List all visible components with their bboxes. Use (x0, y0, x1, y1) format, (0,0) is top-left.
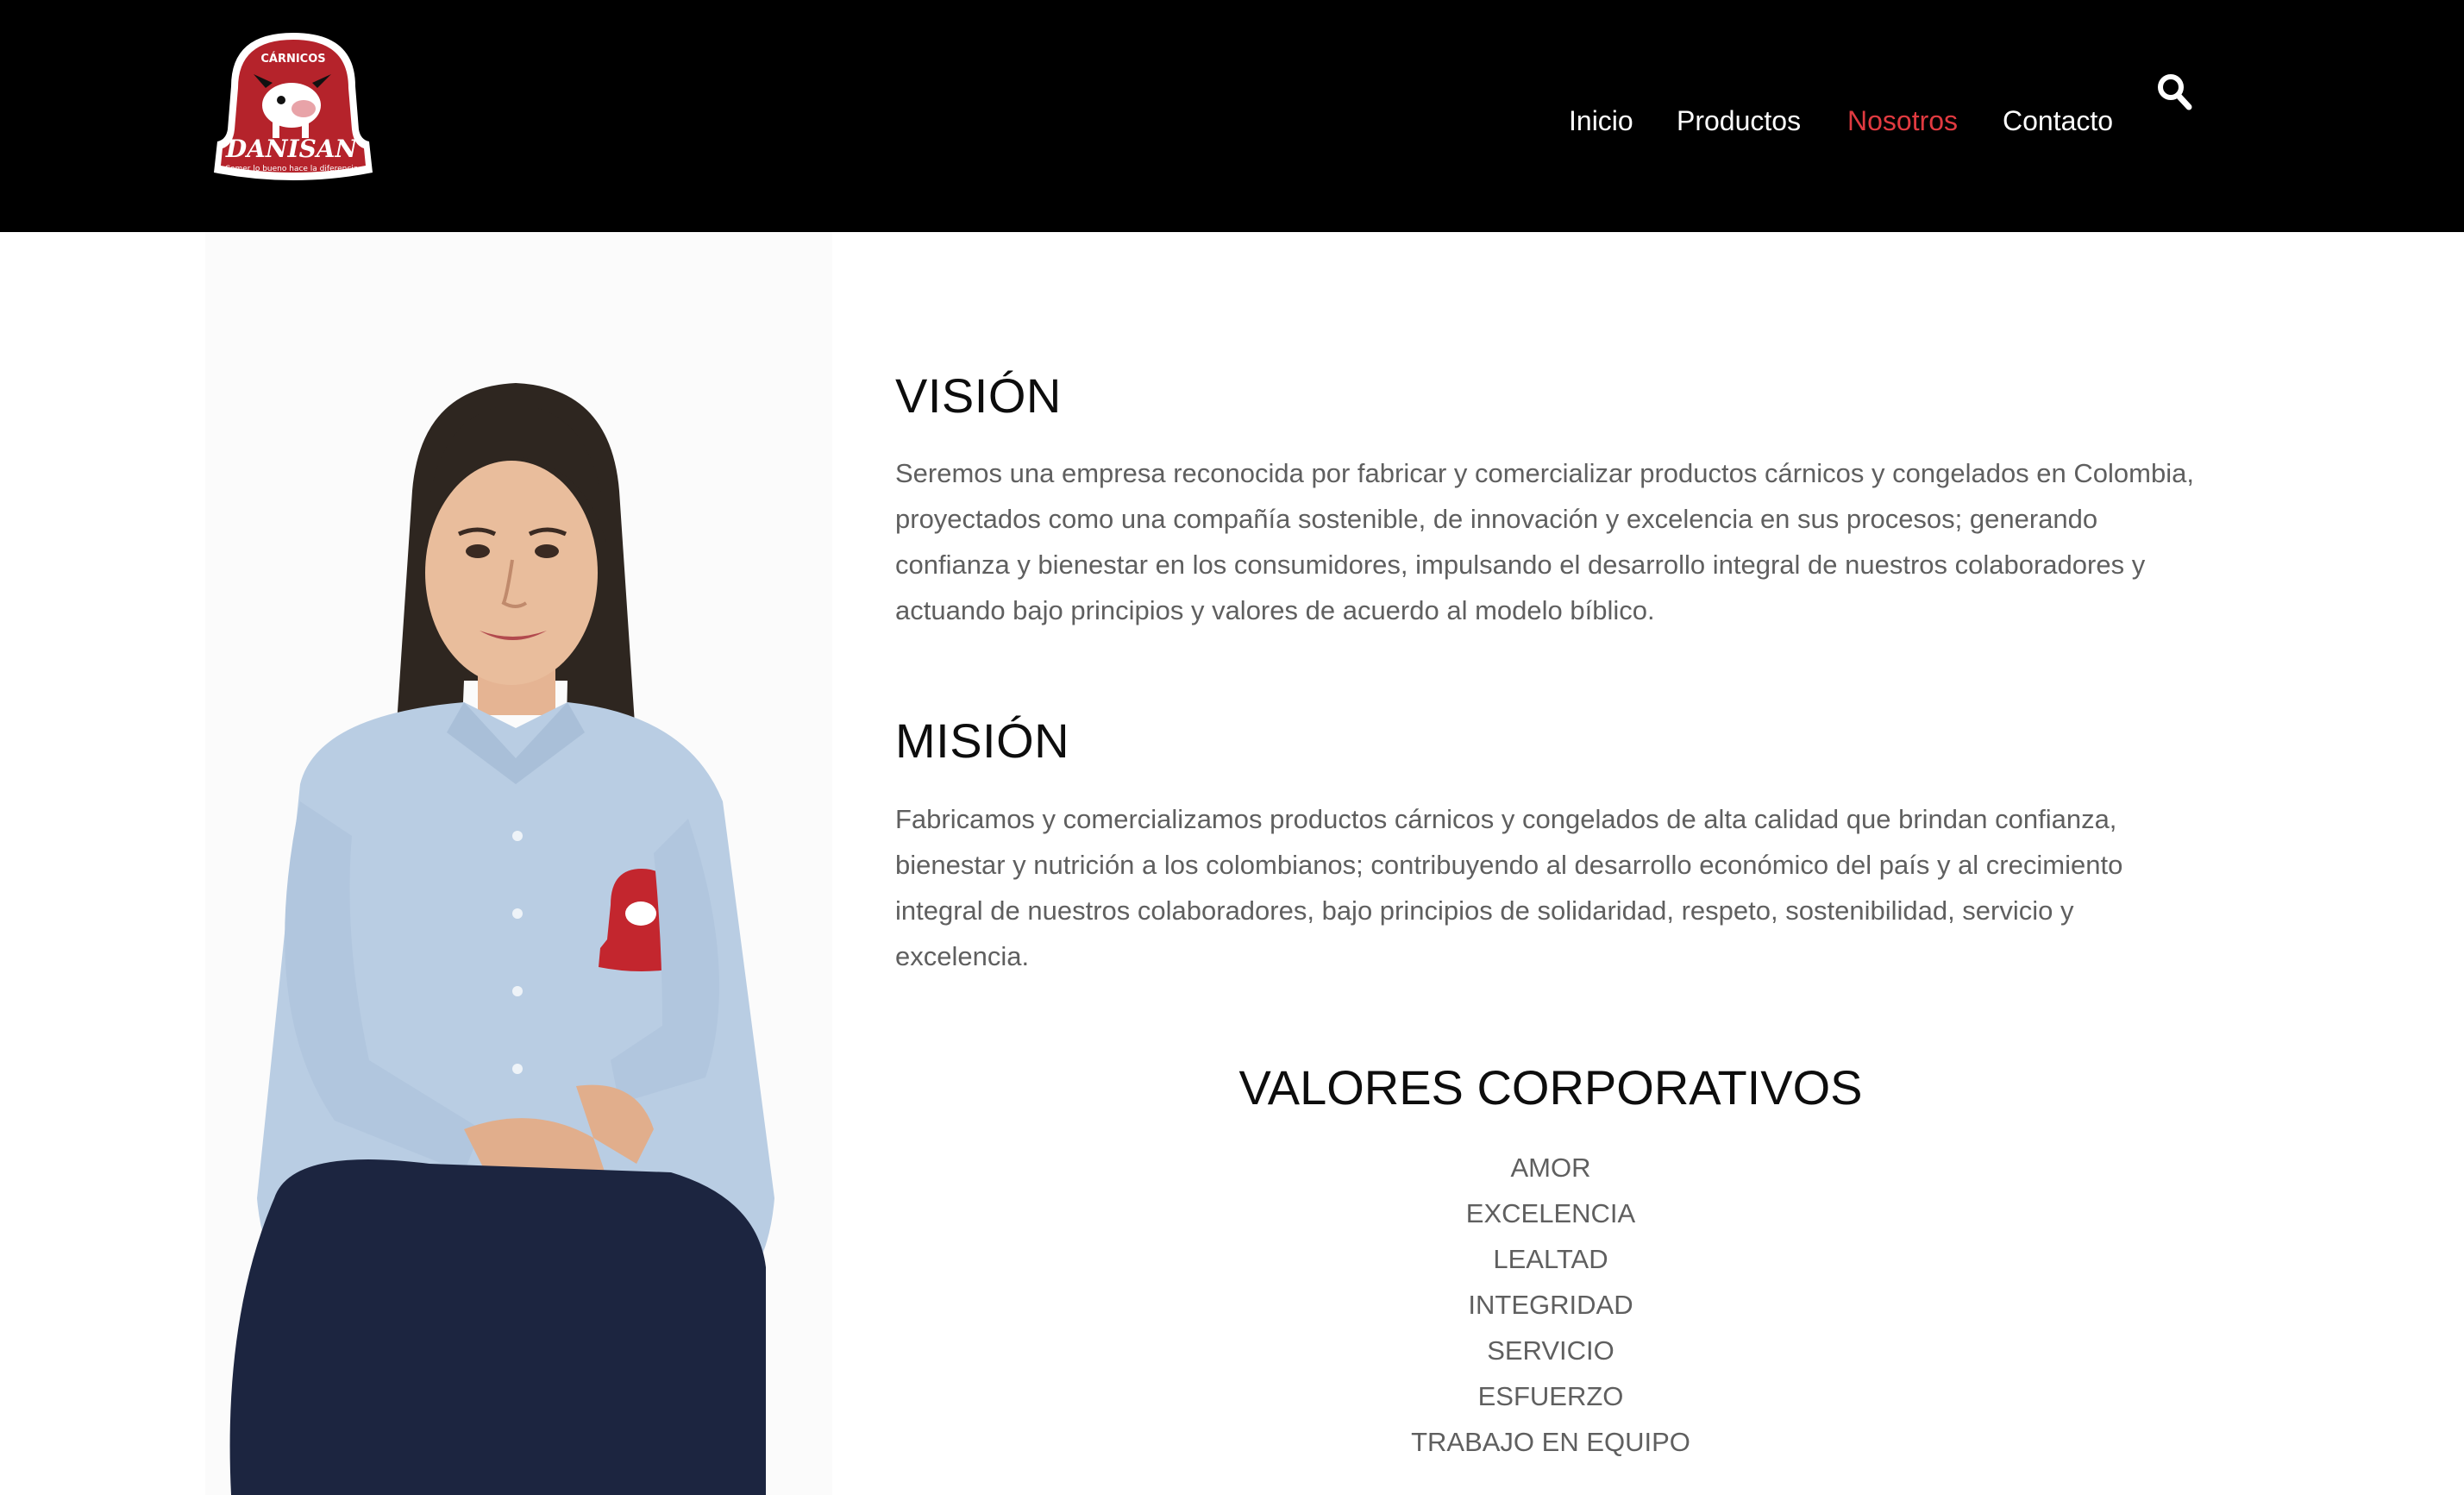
valor-item: ESFUERZO (1477, 1381, 1624, 1411)
valor-item: EXCELENCIA (1465, 1198, 1636, 1228)
vision-title: VISIÓN (895, 368, 1062, 423)
search-icon[interactable] (2156, 72, 2192, 110)
mision-title: MISIÓN (895, 713, 1070, 768)
valor-item: LEALTAD (1493, 1244, 1608, 1274)
nav-inicio[interactable]: Inicio (1569, 95, 1633, 147)
vision-text: Seremos una empresa reconocida por fabri… (895, 458, 2194, 625)
valor-item: SERVICIO (1487, 1335, 1614, 1366)
valores-title: VALORES CORPORATIVOS (1238, 1060, 1863, 1115)
valor-item: INTEGRIDAD (1468, 1290, 1633, 1320)
nav-nosotros[interactable]: Nosotros (1847, 95, 1958, 147)
valor-item: AMOR (1510, 1153, 1591, 1183)
logo-tagline: CÁRNICOS (260, 52, 325, 66)
valores-list: AMOR EXCELENCIA LEALTAD INTEGRIDAD SERVI… (895, 1145, 2206, 1465)
site-header: CÁRNICOS DANISAN Comer lo bueno hace la … (0, 0, 2464, 232)
nav-productos[interactable]: Productos (1677, 95, 1801, 147)
logo-slogan: Comer lo bueno hace la diferencia (225, 165, 359, 173)
employee-photo (205, 232, 832, 1495)
nav-contacto[interactable]: Contacto (2003, 95, 2113, 147)
main-nav: Inicio Productos Nosotros Contacto (0, 95, 2464, 147)
valor-item: TRABAJO EN EQUIPO (1411, 1427, 1690, 1457)
mision-text: Fabricamos y comercializamos productos c… (895, 804, 2123, 971)
